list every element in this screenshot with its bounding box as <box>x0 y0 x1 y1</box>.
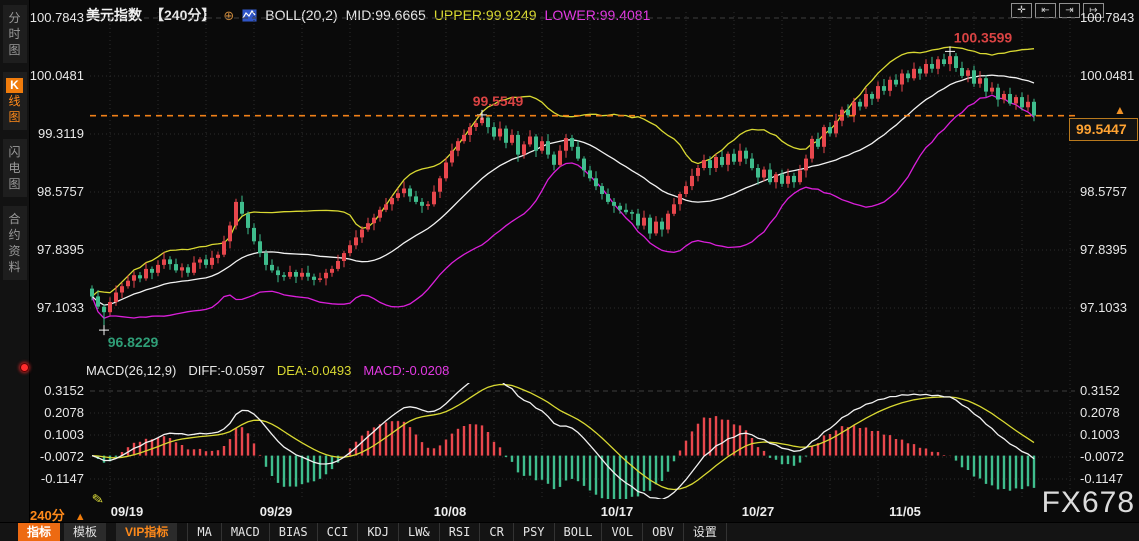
macd-axis-label-right: 0.3152 <box>1080 383 1120 398</box>
trading-app-window: 分时图K线图闪电图合约资料 美元指数 【240分】 ⊕ BOLL(20,2) M… <box>0 0 1139 541</box>
price-axis-label-left: 100.0481 <box>29 68 84 83</box>
macd-dea-value: DEA:-0.0493 <box>276 363 352 378</box>
price-axis-label-right: 100.7843 <box>1080 10 1135 25</box>
macd-axis-label-left: -0.0072 <box>39 449 84 464</box>
indicator-toolbar: 指标 模板 VIP指标 MA MACD BIAS CCI KDJ LW& RSI CR PSY BOLL… <box>0 522 1139 541</box>
macd-header: MACD(26,12,9) DIFF:-0.0597 DEA:-0.0493 M… <box>86 363 449 378</box>
macd-axis-label-left: 0.1003 <box>44 427 84 442</box>
macd-axis-label-right: 0.1003 <box>1080 427 1120 442</box>
macd-axis-label-right: 0.2078 <box>1080 405 1120 420</box>
last-price-tag: 99.5447 <box>1069 117 1138 141</box>
indicator-button-bias[interactable]: BIAS <box>268 523 317 541</box>
indicator-button-vol[interactable]: VOL <box>601 523 642 541</box>
macd-axis-label-right: -0.1147 <box>1080 471 1124 486</box>
x-axis-date-label: 09/29 <box>259 504 293 519</box>
indicator-button-psy[interactable]: PSY <box>512 523 554 541</box>
indicator-button-macd[interactable]: MACD <box>220 523 269 541</box>
price-axis-label-right: 100.0481 <box>1080 68 1135 83</box>
macd-axis-label-left: 0.2078 <box>44 405 84 420</box>
price-axis-label-right: 97.8395 <box>1080 242 1127 257</box>
x-axis-date-label: 10/08 <box>433 504 467 519</box>
indicator-button-settings[interactable]: 设置 <box>682 523 727 541</box>
price-axis-label-left: 100.7843 <box>29 10 84 25</box>
indicator-button-obv[interactable]: OBV <box>642 523 683 541</box>
indicator-button-cci[interactable]: CCI <box>316 523 358 541</box>
tab-templates[interactable]: 模板 <box>64 523 107 541</box>
svg-text:99.5549: 99.5549 <box>473 93 524 109</box>
svg-text:96.8229: 96.8229 <box>108 334 159 350</box>
macd-formula-label: MACD(26,12,9) <box>86 363 177 378</box>
x-axis-date-label: 11/05 <box>889 504 921 519</box>
indicator-button-cr[interactable]: CR <box>479 523 512 541</box>
macd-diff-value: DIFF:-0.0597 <box>188 363 265 378</box>
indicator-button-kdj[interactable]: KDJ <box>357 523 398 541</box>
price-axis-label-left: 98.5757 <box>37 184 84 199</box>
price-axis-label-left: 97.8395 <box>37 242 84 257</box>
price-axis-label-right: 98.5757 <box>1080 184 1127 199</box>
watermark: FX678 <box>1041 486 1135 519</box>
indicator-button-rsi[interactable]: RSI <box>438 523 480 541</box>
period-selector-label: 240分 <box>30 508 65 523</box>
tab-indicators[interactable]: 指标 <box>18 523 61 541</box>
indicator-button-boll[interactable]: BOLL <box>553 523 602 541</box>
price-axis-label-left: 99.3119 <box>37 126 84 141</box>
macd-axis-label-right: -0.0072 <box>1080 449 1125 464</box>
x-axis-date-label: 10/27 <box>741 504 775 519</box>
indicator-button-lwr[interactable]: LW& <box>398 523 439 541</box>
goto-last-price-icon[interactable]: ▲ <box>1114 103 1126 117</box>
indicator-button-ma[interactable]: MA <box>187 523 220 541</box>
macd-axis-label-left: 0.3152 <box>44 383 84 398</box>
tab-vip-indicators[interactable]: VIP指标 <box>116 523 178 541</box>
x-axis-date-label: 10/17 <box>600 504 634 519</box>
x-axis-date-label: 09/19 <box>110 504 144 519</box>
macd-axis-label-left: -0.1147 <box>40 471 84 486</box>
chart-canvas[interactable]: 99.5549 100.3599 96.8229 <box>0 0 1139 541</box>
price-axis-label-left: 97.1033 <box>37 300 84 315</box>
price-axis-label-right: 97.1033 <box>1080 300 1127 315</box>
macd-macd-value: MACD:-0.0208 <box>363 363 450 378</box>
svg-text:100.3599: 100.3599 <box>954 29 1013 45</box>
draw-pencil-icon[interactable]: ✎ <box>91 490 105 508</box>
